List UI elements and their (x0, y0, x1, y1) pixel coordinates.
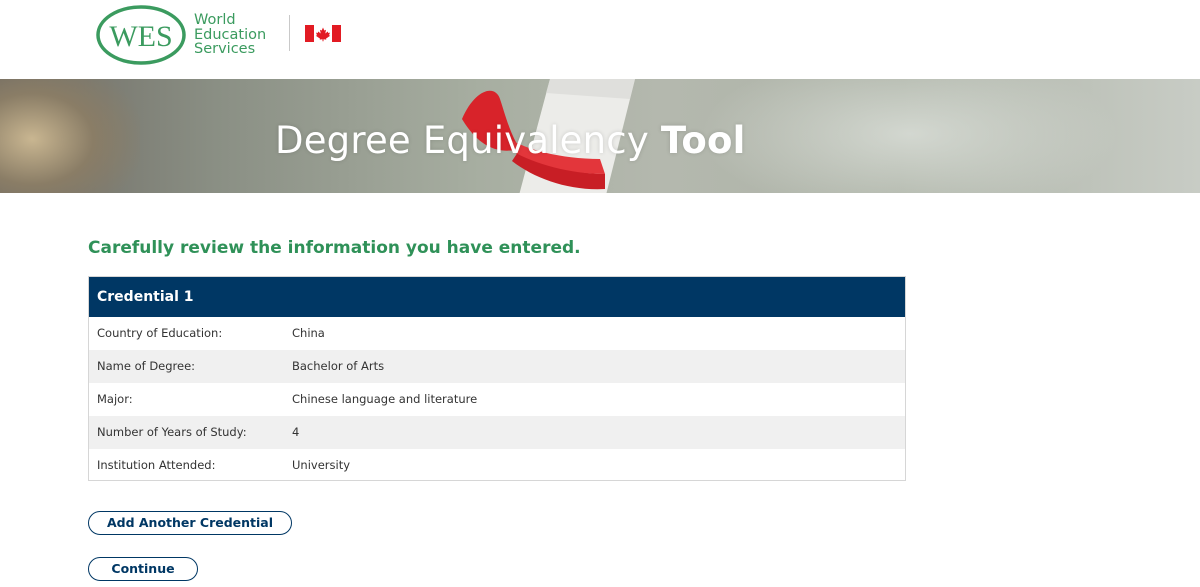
review-heading: Carefully review the information you hav… (88, 238, 581, 258)
hero-banner: Degree Equivalency Tool (0, 79, 1200, 193)
row-value: China (292, 326, 325, 340)
wes-logo[interactable]: WES (95, 4, 187, 66)
credential-card: Credential 1 Country of Education: China… (88, 276, 906, 481)
row-value: 4 (292, 425, 300, 439)
table-row: Name of Degree: Bachelor of Arts (89, 350, 905, 383)
credential-title: Credential 1 (89, 277, 905, 317)
row-label: Country of Education: (97, 326, 223, 340)
brand-line-services: Services (194, 41, 256, 57)
row-value: University (292, 458, 351, 472)
row-label: Name of Degree: (97, 359, 196, 373)
svg-text:WES: WES (109, 20, 172, 53)
row-label: Number of Years of Study: (97, 425, 247, 439)
table-row: Number of Years of Study: 4 (89, 416, 905, 449)
table-row: Institution Attended: University (89, 449, 905, 482)
hero-title-light: Degree Equivalency (275, 119, 649, 162)
table-row: Country of Education: China (89, 317, 905, 350)
brand-line-world: World (194, 12, 236, 28)
hero-title-bold: Tool (660, 119, 746, 162)
brand-line-education: Education (194, 26, 267, 43)
row-label: Major: (97, 392, 133, 406)
row-value: Bachelor of Arts (292, 359, 385, 373)
canada-flag-icon[interactable] (305, 25, 341, 42)
row-value: Chinese language and literature (292, 392, 478, 406)
row-label: Institution Attended: (97, 458, 216, 472)
continue-button[interactable]: Continue (88, 557, 198, 581)
table-row: Major: Chinese language and literature (89, 383, 905, 416)
hero-background-blur (0, 79, 140, 193)
hero-background-light (700, 79, 1120, 193)
site-header: WES World Education Services (0, 0, 1200, 80)
add-another-credential-button[interactable]: Add Another Credential (88, 511, 292, 535)
hero-title: Degree Equivalency Tool (275, 119, 746, 163)
header-divider (289, 15, 290, 51)
brand-name: World Education Services (194, 13, 266, 57)
